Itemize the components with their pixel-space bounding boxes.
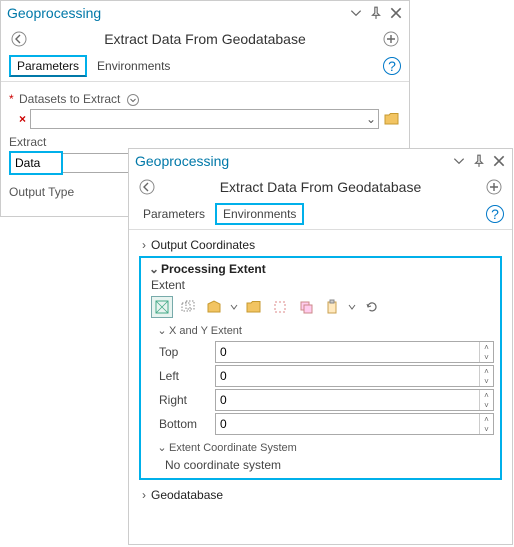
section-geodatabase[interactable]: › Geodatabase xyxy=(137,484,504,506)
titlebar: Geoprocessing xyxy=(129,149,512,173)
chevron-down-icon[interactable] xyxy=(126,93,140,107)
add-button[interactable] xyxy=(484,177,504,197)
extract-highlight xyxy=(9,151,63,175)
top-label: Top xyxy=(159,345,207,359)
spin-down-icon[interactable]: ˅ xyxy=(480,352,493,362)
right-input[interactable] xyxy=(216,390,479,410)
right-row: Right ˄˅ xyxy=(159,389,494,411)
chevron-down-icon: ⌄ xyxy=(155,441,169,454)
extract-input[interactable] xyxy=(11,153,61,173)
chevron-right-icon: › xyxy=(137,488,151,502)
tab-parameters[interactable]: Parameters xyxy=(9,55,87,77)
back-button[interactable] xyxy=(137,177,157,197)
bottom-input[interactable] xyxy=(216,414,479,434)
dropdown-icon[interactable] xyxy=(349,6,363,20)
datasets-row: × ⌄ xyxy=(9,109,401,129)
back-button[interactable] xyxy=(9,29,29,49)
top-spinner[interactable]: ˄˅ xyxy=(215,341,494,363)
section-label: Processing Extent xyxy=(161,262,266,276)
section-processing-extent[interactable]: ⌄ Processing Extent xyxy=(147,262,494,276)
pin-icon[interactable] xyxy=(472,154,486,168)
spin-up-icon[interactable]: ˄ xyxy=(480,390,493,400)
copy-icon[interactable] xyxy=(295,296,317,318)
left-row: Left ˄˅ xyxy=(159,365,494,387)
datasets-label: * Datasets to Extract xyxy=(9,92,401,107)
dropdown-arrow-icon[interactable] xyxy=(229,296,239,318)
spin-down-icon[interactable]: ˅ xyxy=(480,400,493,410)
geoprocessing-panel-environments: Geoprocessing Extract Data From Geodatab… xyxy=(128,148,513,545)
extent-union-icon[interactable] xyxy=(177,296,199,318)
spin-down-icon[interactable]: ˅ xyxy=(480,424,493,434)
reset-icon[interactable] xyxy=(361,296,383,318)
tab-row: Parameters Environments ? xyxy=(129,201,512,230)
close-icon[interactable] xyxy=(492,154,506,168)
bottom-label: Bottom xyxy=(159,417,207,431)
tab-parameters[interactable]: Parameters xyxy=(137,205,211,223)
top-row: Top ˄˅ xyxy=(159,341,494,363)
spin-up-icon[interactable]: ˄ xyxy=(480,414,493,424)
tool-header: Extract Data From Geodatabase xyxy=(129,173,512,201)
environments-content: › Output Coordinates ⌄ Processing Extent… xyxy=(129,230,512,510)
window-controls xyxy=(452,154,506,168)
help-button[interactable]: ? xyxy=(486,205,504,223)
tab-environments[interactable]: Environments xyxy=(91,57,176,75)
xy-extent-label: X and Y Extent xyxy=(169,325,242,337)
help-button[interactable]: ? xyxy=(383,57,401,75)
datasets-label-text: Datasets to Extract xyxy=(19,92,120,106)
dropdown-arrow-icon[interactable] xyxy=(347,296,357,318)
right-spinner[interactable]: ˄˅ xyxy=(215,389,494,411)
add-button[interactable] xyxy=(381,29,401,49)
section-label: Geodatabase xyxy=(151,488,223,502)
xy-extent-header[interactable]: ⌄ X and Y Extent xyxy=(155,324,494,337)
chevron-right-icon: › xyxy=(137,238,151,252)
titlebar: Geoprocessing xyxy=(1,1,409,25)
close-icon[interactable] xyxy=(389,6,403,20)
chevron-down-icon: ⌄ xyxy=(155,324,169,337)
pin-icon[interactable] xyxy=(369,6,383,20)
bottom-row: Bottom ˄˅ xyxy=(159,413,494,435)
panel-title: Geoprocessing xyxy=(135,153,229,169)
extent-layer-icon[interactable] xyxy=(203,296,225,318)
left-label: Left xyxy=(159,369,207,383)
processing-extent-box: ⌄ Processing Extent Extent ⌄ X and Y Ext… xyxy=(139,256,502,480)
bottom-spinner[interactable]: ˄˅ xyxy=(215,413,494,435)
spin-up-icon[interactable]: ˄ xyxy=(480,366,493,376)
left-spinner[interactable]: ˄˅ xyxy=(215,365,494,387)
browse-button[interactable] xyxy=(383,110,401,128)
panel-title: Geoprocessing xyxy=(7,5,101,21)
extent-toolbar xyxy=(151,296,494,318)
tool-header: Extract Data From Geodatabase xyxy=(1,25,409,53)
extract-label: Extract xyxy=(9,135,401,149)
required-asterisk: * xyxy=(9,92,14,106)
no-coord-text: No coordinate system xyxy=(165,458,494,472)
remove-icon[interactable]: × xyxy=(19,112,26,126)
tab-row: Parameters Environments ? xyxy=(1,53,409,82)
extent-coord-header[interactable]: ⌄ Extent Coordinate System xyxy=(155,441,494,454)
tool-title: Extract Data From Geodatabase xyxy=(157,179,484,195)
spin-down-icon[interactable]: ˅ xyxy=(480,376,493,386)
tool-title: Extract Data From Geodatabase xyxy=(29,31,381,47)
extent-label: Extent xyxy=(151,278,494,292)
window-controls xyxy=(349,6,403,20)
dropdown-icon[interactable] xyxy=(452,154,466,168)
paste-icon[interactable] xyxy=(321,296,343,318)
right-label: Right xyxy=(159,393,207,407)
left-input[interactable] xyxy=(216,366,479,386)
datasets-combo[interactable]: ⌄ xyxy=(30,109,379,129)
section-label: Output Coordinates xyxy=(151,238,255,252)
browse-icon[interactable] xyxy=(243,296,265,318)
chevron-down-icon: ⌄ xyxy=(147,262,161,276)
section-output-coordinates[interactable]: › Output Coordinates xyxy=(137,234,504,256)
extent-draw-icon[interactable] xyxy=(269,296,291,318)
extent-default-icon[interactable] xyxy=(151,296,173,318)
extent-coord-label: Extent Coordinate System xyxy=(169,442,297,454)
chevron-down-icon: ⌄ xyxy=(366,112,376,126)
top-input[interactable] xyxy=(216,342,479,362)
tab-environments[interactable]: Environments xyxy=(215,203,304,225)
spin-up-icon[interactable]: ˄ xyxy=(480,342,493,352)
